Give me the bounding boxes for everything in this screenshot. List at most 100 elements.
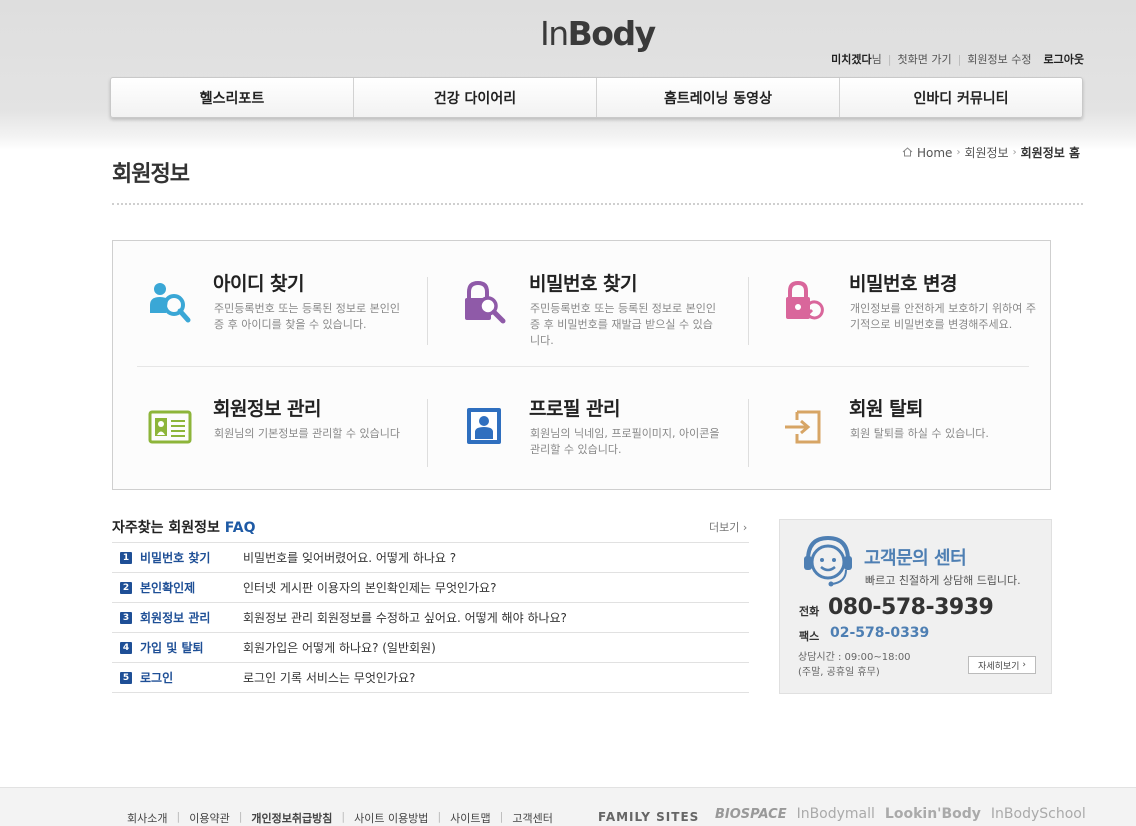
footer-link-privacy[interactable]: 개인정보취급방침 [251,810,332,826]
lock-refresh-icon [783,279,831,327]
cs-detail-label: 자세히보기 [978,661,1020,672]
faq-title-prefix: 자주찾는 회원정보 [112,520,220,536]
cs-fax-number: 02-578-0339 [830,625,930,641]
cs-hours: 상담시간 : 09:00~18:00 (주말, 공휴일 휴무) [798,650,911,680]
biospace-logo[interactable]: BIOSPACE [715,807,787,822]
footer-link-howto[interactable]: 사이트 이용방법 [354,810,428,826]
faq-question: 회원가입은 어떻게 하나요? (일반회원) [243,641,436,655]
breadcrumb-level1[interactable]: 회원정보 [964,144,1008,161]
cs-tel-number: 080-578-3939 [828,595,994,620]
profile-icon [463,404,511,452]
page-title: 회원정보 [112,162,190,187]
inbody-logo[interactable]: InBody [540,14,656,53]
footer-link-terms[interactable]: 이용약관 [189,810,229,826]
divider: | [499,810,504,823]
faq-number-badge: 3 [120,611,132,624]
menu-divider [427,399,428,467]
title-divider [112,203,1083,205]
chevron-right-icon: › [1022,660,1026,670]
footer-link-company[interactable]: 회사소개 [127,810,167,826]
faq-number-badge: 2 [120,581,132,594]
faq-more-label: 더보기 [709,521,740,534]
find-id-desc: 주민등록번호 또는 등록된 정보로 본인인증 후 아이디를 찾을 수 있습니다. [214,302,401,331]
gnb-health-diary[interactable]: 건강 다이어리 [354,78,597,117]
customer-center-box: 고객문의 센터 빠르고 친절하게 상담해 드립니다. 전화 080-578-39… [779,519,1052,694]
cs-fax-label: 팩스 [799,630,820,643]
gnb-health-report[interactable]: 헬스리포트 [111,78,354,117]
menu-divider [748,399,749,467]
breadcrumb-home[interactable]: Home [917,146,952,160]
faq-item[interactable]: 4 가입 및 탈퇴 회원가입은 어떻게 하나요? (일반회원) [112,633,749,663]
exit-icon [783,404,831,452]
withdraw-card[interactable]: 회원 탈퇴 회원 탈퇴를 하실 수 있습니다. [755,366,1055,476]
faq-category: 로그인 [140,671,174,685]
divider: | [341,810,346,823]
divider: | [176,810,181,823]
cs-holiday-text: (주말, 공휴일 휴무) [798,667,880,678]
cs-hours-text: 상담시간 : 09:00~18:00 [798,652,911,663]
gnb-home-training-video[interactable]: 홈트레이닝 동영상 [597,78,840,117]
faq-item[interactable]: 2 본인확인제 인터넷 게시판 이용자의 본인확인제는 무엇인가요? [112,573,749,603]
logout-link[interactable]: 로그아웃 [1044,51,1084,67]
cs-detail-button[interactable]: 자세히보기 › [968,656,1036,674]
cs-subtitle: 빠르고 친절하게 상담해 드립니다. [865,574,1021,587]
cs-tel-label: 전화 [799,605,820,618]
profile-title: 프로필 관리 [529,398,621,420]
faq-item[interactable]: 5 로그인 로그인 기록 서비스는 무엇인가요? [112,663,749,693]
profile-desc: 회원님의 닉네임, 프로필이미지, 아이콘을 관리할 수 있습니다. [530,427,720,456]
find-id-card[interactable]: 아이디 찾기 주민등록번호 또는 등록된 정보로 본인인증 후 아이디를 찾을 … [119,241,419,351]
divider: | [437,810,442,823]
change-password-card[interactable]: 비밀번호 변경 개인정보를 안전하게 보호하기 위하여 주기적으로 비밀번호를 … [755,241,1055,351]
footer: 회사소개 | 이용약관 | 개인정보취급방침 | 사이트 이용방법 | 사이트맵 | 고객… [0,787,1136,826]
faq-item[interactable]: 3 회원정보 관리 회원정보 관리 회원정보를 수정하고 싶어요. 어떻게 해야… [112,603,749,633]
edit-info-link[interactable]: 회원정보 수정 [967,51,1031,67]
footer-link-sitemap[interactable]: 사이트맵 [450,810,490,826]
faq-question: 회원정보 관리 회원정보를 수정하고 싶어요. 어떻게 해야 하나요? [243,611,567,625]
lookinbody-logo[interactable]: Lookin'Body [885,806,981,822]
inbodyschool-logo[interactable]: InBodySchool [991,806,1086,822]
member-menu-box: 아이디 찾기 주민등록번호 또는 등록된 정보로 본인인증 후 아이디를 찾을 … [112,240,1051,490]
faq-list: 1 비밀번호 찾기 비밀번호를 잊어버렸어요. 어떻게 하나요 ? 2 본인확인… [112,542,749,693]
faq-category: 본인확인제 [140,581,196,595]
nickname-suffix: 님 [871,53,882,66]
family-sites-label: FAMILY SITES [598,810,700,824]
faq-category: 회원정보 관리 [140,611,211,625]
divider: | [957,52,962,66]
family-sites-logos: BIOSPACE InBodymall Lookin'Body InBodySc… [715,806,1086,822]
faq-more-link[interactable]: 더보기 › [709,519,747,535]
breadcrumb-current: 회원정보 홈 [1020,146,1080,160]
faq-category: 가입 및 탈퇴 [140,641,204,655]
first-page-link[interactable]: 첫화면 가기 [897,51,951,67]
footer-links: 회사소개 | 이용약관 | 개인정보취급방침 | 사이트 이용방법 | 사이트맵 | 고객… [127,810,553,826]
faq-question: 로그인 기록 서비스는 무엇인가요? [243,671,416,685]
chevron-right-icon: › [1012,147,1017,158]
divider: | [887,52,892,66]
faq-number-badge: 5 [120,671,132,684]
inbodymall-logo[interactable]: InBodymall [797,806,875,822]
user-nickname: 미치겠다 [831,53,872,66]
faq-question: 인터넷 게시판 이용자의 본인확인제는 무엇인가요? [243,581,497,595]
gnb-community[interactable]: 인바디 커뮤니티 [840,78,1082,117]
faq-title-suffix: FAQ [224,520,256,536]
manage-info-card[interactable]: 회원정보 관리 회원님의 기본정보를 관리할 수 있습니다 [119,366,419,476]
faq-category: 비밀번호 찾기 [140,551,211,565]
menu-divider [748,277,749,345]
faq-item[interactable]: 1 비밀번호 찾기 비밀번호를 잊어버렸어요. 어떻게 하나요 ? [112,543,749,573]
faq-number-badge: 4 [120,641,132,654]
find-password-card[interactable]: 비밀번호 찾기 주민등록번호 또는 등록된 정보로 본인인증 후 비밀번호를 재… [435,241,735,351]
withdraw-title: 회원 탈퇴 [849,398,924,420]
faq-number-badge: 1 [120,551,132,564]
faq-title: 자주찾는 회원정보 FAQ [112,517,256,537]
find-password-desc: 주민등록번호 또는 등록된 정보로 본인인증 후 비밀번호를 재발급 받으실 수… [530,302,717,347]
user-search-icon [147,279,195,327]
change-password-title: 비밀번호 변경 [849,273,958,295]
faq-question: 비밀번호를 잊어버렸어요. 어떻게 하나요 ? [243,551,457,565]
cs-title: 고객문의 센터 [864,548,967,569]
footer-link-support[interactable]: 고객센터 [512,810,552,826]
menu-divider [427,277,428,345]
utility-menu: 미치겠다 님 | 첫화면 가기 | 회원정보 수정 로그아웃 [831,51,1084,67]
divider: | [238,810,243,823]
headset-icon [802,534,854,590]
home-icon [902,146,913,160]
profile-card[interactable]: 프로필 관리 회원님의 닉네임, 프로필이미지, 아이콘을 관리할 수 있습니다… [435,366,735,476]
